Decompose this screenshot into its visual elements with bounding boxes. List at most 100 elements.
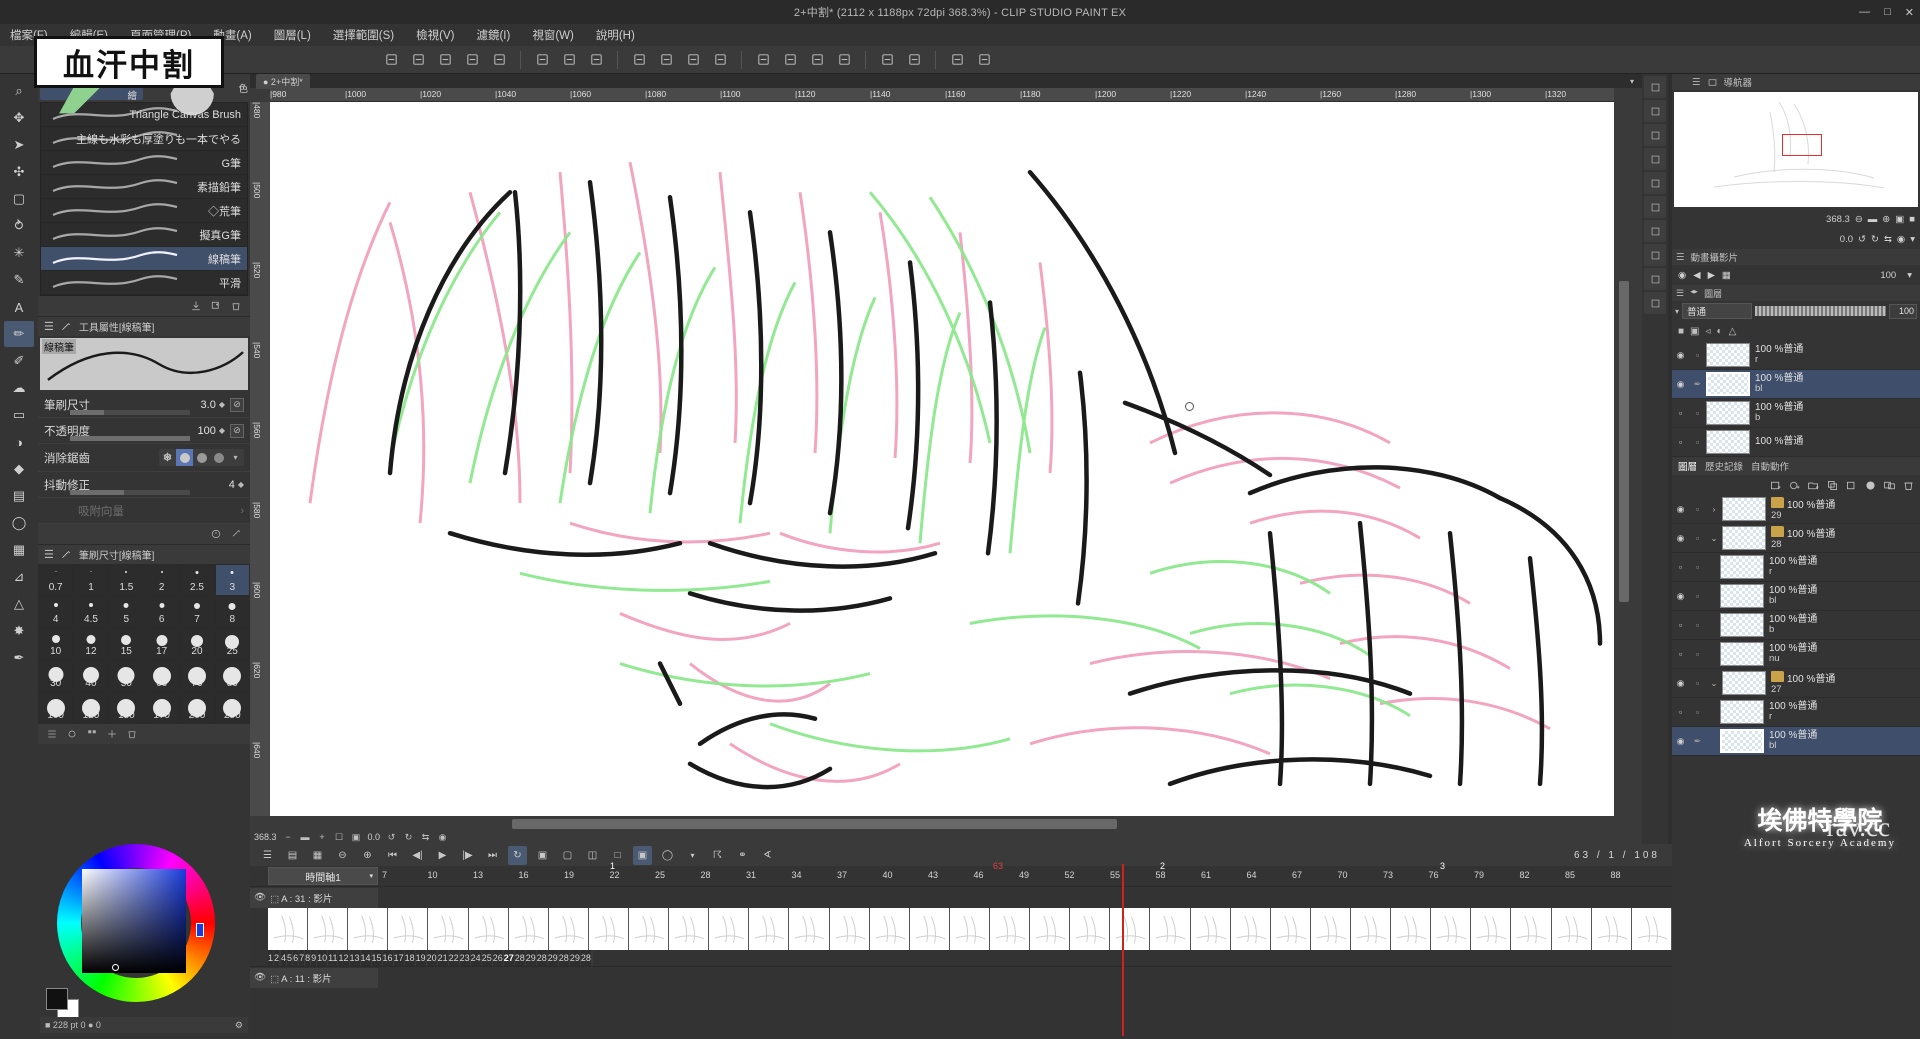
brush-size-cell-60[interactable]: 60 bbox=[144, 660, 179, 692]
ruler-link-icon[interactable]: △ bbox=[1729, 326, 1737, 337]
timeline-cel[interactable] bbox=[1592, 908, 1632, 950]
timeline-name-chevron-icon[interactable]: ▾ bbox=[369, 872, 373, 880]
timeline-cel[interactable] bbox=[910, 908, 950, 950]
layer-thumbnail[interactable] bbox=[1706, 401, 1750, 425]
add-size-icon[interactable] bbox=[106, 728, 118, 740]
import-subtool-icon[interactable] bbox=[190, 300, 202, 312]
menu-item-5[interactable]: 選擇範圍(S) bbox=[333, 27, 394, 43]
layer-expand-chevron-icon[interactable]: ⌄ bbox=[1706, 534, 1722, 543]
stabilizer-spinner[interactable]: ◆ bbox=[238, 480, 244, 489]
cel-grid-icon[interactable]: ▦ bbox=[1722, 270, 1731, 281]
track-2-label[interactable]: 👁 ⬚ A : 11 : 影片 bbox=[250, 968, 378, 988]
brush-size-cell-1[interactable]: 1 bbox=[73, 564, 108, 596]
new-folder-icon[interactable] bbox=[1807, 479, 1820, 492]
timeline-cel[interactable] bbox=[388, 908, 428, 950]
magnifier-tool[interactable]: ⌕ bbox=[4, 78, 34, 104]
snap-icon[interactable] bbox=[973, 49, 995, 71]
track-2-eye-icon[interactable]: 👁 bbox=[254, 972, 266, 983]
brush-size-cell-70[interactable]: 70 bbox=[179, 660, 214, 692]
layer-visibility-icon[interactable]: ◉ bbox=[1672, 678, 1689, 689]
layer-visibility-icon[interactable]: ▫ bbox=[1672, 562, 1689, 572]
timeline-zoom-in-icon[interactable]: ⊕ bbox=[358, 846, 377, 865]
layer-thumbnail[interactable] bbox=[1720, 584, 1764, 608]
light-table-icon[interactable]: ◯ bbox=[658, 846, 677, 865]
brush-size-cell-250[interactable]: 250 bbox=[215, 692, 250, 724]
subtool-item-0[interactable]: Triangle Canvas Brush bbox=[41, 103, 247, 127]
layer-row[interactable]: ◉✒100 %普通bl bbox=[1672, 727, 1920, 756]
layer-expand-chevron-icon[interactable]: ⌄ bbox=[1706, 679, 1722, 688]
timeline-cel[interactable] bbox=[549, 908, 589, 950]
eyedropper-tool[interactable]: ✎ bbox=[4, 267, 34, 293]
specify-cel-icon[interactable]: ▢ bbox=[558, 846, 577, 865]
go-to-end-icon[interactable]: ⏭ bbox=[483, 846, 502, 865]
timeline-cel-strip[interactable] bbox=[268, 908, 1672, 950]
fit-icon[interactable]: ☐ bbox=[334, 832, 345, 843]
antialias-options[interactable]: ❄ ▾ bbox=[159, 449, 244, 466]
open-file-icon[interactable] bbox=[407, 49, 429, 71]
timeline-cel[interactable] bbox=[870, 908, 910, 950]
brush-size-cell-15[interactable]: 15 bbox=[109, 628, 144, 660]
clear-icon[interactable] bbox=[531, 49, 553, 71]
layer-thumbnail[interactable] bbox=[1720, 555, 1764, 579]
delete-size-icon[interactable] bbox=[126, 728, 138, 740]
nav-reset-icon[interactable]: ◉ bbox=[1897, 234, 1905, 245]
brush-size-cell-8[interactable]: 8 bbox=[215, 596, 250, 628]
timeline-cel[interactable] bbox=[1391, 908, 1431, 950]
play-icon[interactable]: ▶ bbox=[433, 846, 452, 865]
show-ruler-icon[interactable] bbox=[876, 49, 898, 71]
timeline-cel[interactable] bbox=[1431, 908, 1471, 950]
zoom-in-icon[interactable] bbox=[752, 49, 774, 71]
brush-size-cell-10[interactable]: 10 bbox=[38, 628, 73, 660]
antialias-chevron-icon[interactable]: ▾ bbox=[227, 449, 244, 466]
brush-size-cell-80[interactable]: 80 bbox=[215, 660, 250, 692]
expand-panel-icon[interactable] bbox=[1644, 148, 1666, 170]
opacity-slider-layer[interactable] bbox=[1755, 306, 1886, 316]
move-icon[interactable] bbox=[946, 49, 968, 71]
decoration-tool[interactable]: ✸ bbox=[4, 618, 34, 644]
save-file-icon[interactable] bbox=[434, 49, 456, 71]
nav-fit-icon[interactable]: ▣ bbox=[1895, 214, 1904, 225]
brush-size-cell-30[interactable]: 30 bbox=[38, 660, 73, 692]
blend-chevron-icon[interactable]: ▾ bbox=[1675, 307, 1679, 316]
brush-size-cell-3[interactable]: 3 bbox=[215, 564, 250, 596]
blend-mode-select[interactable]: 普通 bbox=[1682, 303, 1752, 319]
timeline-cel[interactable] bbox=[1110, 908, 1150, 950]
brush-size-cell-120[interactable]: 120 bbox=[73, 692, 108, 724]
timeline-menu-icon[interactable]: ☰ bbox=[258, 846, 277, 865]
tab-menu-chevron-icon[interactable]: ▾ bbox=[1630, 77, 1634, 86]
eraser-tool[interactable]: ▭ bbox=[4, 402, 34, 428]
timeline-cel[interactable] bbox=[709, 908, 749, 950]
layer-row[interactable]: ◉▫100 %普通bl bbox=[1672, 582, 1920, 611]
layer-panel-tab-1[interactable]: 歷史記錄 bbox=[1705, 459, 1743, 473]
timeline-cel[interactable] bbox=[1070, 908, 1110, 950]
stabilizer-slider[interactable] bbox=[70, 490, 190, 495]
menu-item-9[interactable]: 說明(H) bbox=[596, 27, 635, 43]
brush-size-cell-2[interactable]: 2 bbox=[144, 564, 179, 596]
layer-thumbnail[interactable] bbox=[1720, 729, 1764, 753]
layer-visibility-icon[interactable]: ▫ bbox=[1672, 437, 1689, 447]
layer-row[interactable]: ◉▫⌄100 %普通27 bbox=[1672, 669, 1920, 698]
flip-icon[interactable]: ⇆ bbox=[420, 832, 431, 843]
menu-item-6[interactable]: 檢視(V) bbox=[416, 27, 454, 43]
brush-size-cell-12[interactable]: 12 bbox=[73, 628, 108, 660]
layer-visibility-icon[interactable]: ▫ bbox=[1672, 620, 1689, 630]
brush-size-cell-150[interactable]: 150 bbox=[109, 692, 144, 724]
list-view-icon[interactable] bbox=[46, 728, 58, 740]
timeline-cel[interactable] bbox=[789, 908, 829, 950]
timeline-cel[interactable] bbox=[1471, 908, 1511, 950]
balloon-tool[interactable]: △ bbox=[4, 591, 34, 617]
enable-timeline-icon[interactable]: ▦ bbox=[308, 846, 327, 865]
opacity-spinner[interactable]: ◆ bbox=[219, 426, 225, 435]
grid-icon[interactable] bbox=[903, 49, 925, 71]
timeline-ruler[interactable]: 7101316192225283134374043464952555861646… bbox=[378, 866, 1672, 886]
brush-size-cell-200[interactable]: 200 bbox=[179, 692, 214, 724]
quick-access-icon[interactable] bbox=[1644, 196, 1666, 218]
brush-size-cell-20[interactable]: 20 bbox=[179, 628, 214, 660]
snap-vector-row[interactable]: 吸附向量 › bbox=[38, 498, 250, 524]
layer-expand-chevron-icon[interactable]: › bbox=[1706, 505, 1722, 514]
invert-selection-icon[interactable] bbox=[682, 49, 704, 71]
auto-select-tool[interactable]: ✳ bbox=[4, 240, 34, 266]
brush-size-cell-2.5[interactable]: 2.5 bbox=[179, 564, 214, 596]
new-timeline-icon[interactable]: ▤ bbox=[283, 846, 302, 865]
timeline-cel[interactable] bbox=[268, 908, 308, 950]
